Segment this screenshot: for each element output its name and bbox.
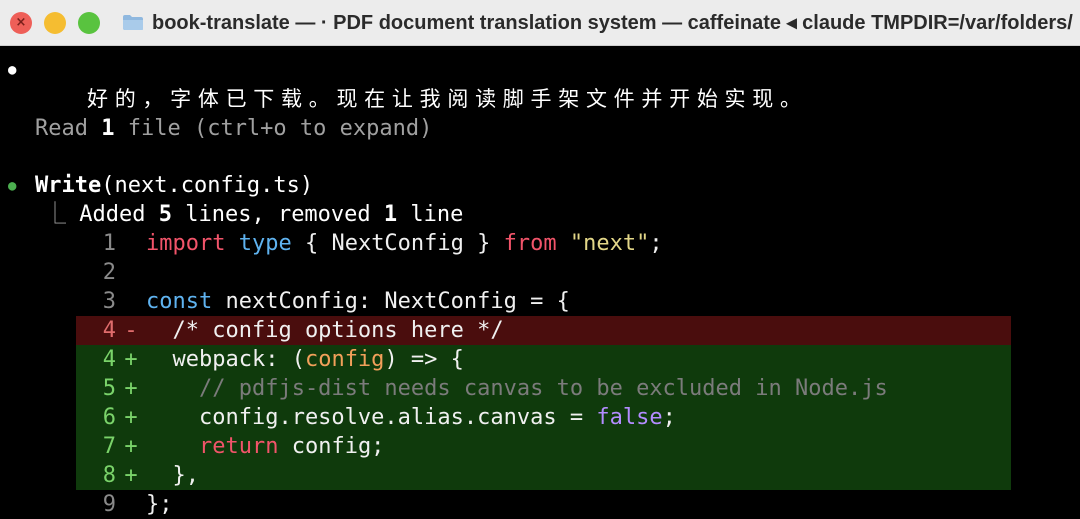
code-comment: // pdfjs-dist needs canvas to be exclude…	[146, 376, 888, 401]
diff-line-added: 4 + webpack: (config) => {	[76, 345, 1011, 374]
code-token: webpack: (	[146, 347, 305, 372]
close-button[interactable]: ×	[10, 11, 32, 34]
code-token: nextConfig: NextConfig = {	[212, 289, 570, 314]
diff-mark: +	[124, 347, 138, 372]
code-text: };	[146, 492, 173, 517]
assistant-message-text: 好的，字体已下载。现在让我阅读脚手架文件并开始实现。	[86, 87, 808, 111]
message-bullet-icon: ●	[8, 62, 17, 78]
tool-status-icon: ●	[8, 178, 17, 194]
code-token: return	[198, 434, 279, 459]
diff-line-9: 9 };	[76, 490, 1011, 519]
diff-mark: -	[124, 318, 138, 343]
code-token: const	[146, 289, 213, 314]
diff-mark: +	[124, 434, 138, 459]
read-suffix: file (ctrl+o to expand)	[114, 116, 433, 141]
diff-mark: +	[124, 405, 138, 430]
code-token: ;	[649, 231, 663, 256]
line-number: 8	[102, 463, 116, 488]
line-number: 1	[102, 231, 116, 256]
summary-end: line	[397, 202, 464, 227]
read-prefix: Read	[35, 116, 102, 141]
code-token: config.resolve.alias.canvas =	[146, 405, 597, 430]
diff-line-3: 3 const nextConfig: NextConfig = {	[76, 287, 1011, 316]
code-text: /* config options here */	[146, 318, 504, 343]
code-text: },	[146, 463, 199, 488]
added-label: Added	[79, 202, 159, 227]
line-number: 9	[102, 492, 116, 517]
diff-mark: +	[124, 463, 138, 488]
tool-name: Write	[35, 173, 102, 198]
write-summary: ⎿ Added 5 lines, removed 1 line	[44, 200, 463, 229]
diff-mark: +	[124, 376, 138, 401]
terminal-output: ● 好的，字体已下载。现在让我阅读脚手架文件并开始实现。 Read 1 file…	[0, 46, 1080, 519]
close-icon: ×	[15, 15, 27, 30]
diff-line-added: 7 + return config;	[76, 432, 1011, 461]
tree-branch-icon: ⎿	[44, 202, 80, 227]
diff-line-added: 8 + },	[76, 461, 1011, 490]
assistant-message: 好的，字体已下载。现在让我阅读脚手架文件并开始实现。	[34, 56, 808, 111]
removed-count: 1	[383, 202, 398, 227]
code-token: ) => {	[384, 347, 464, 372]
code-token: config;	[278, 434, 385, 459]
diff-line-added: 6 + config.resolve.alias.canvas = false;	[76, 403, 1011, 432]
line-number: 7	[102, 434, 116, 459]
code-token: type	[238, 231, 292, 256]
code-token: from	[503, 231, 557, 256]
line-number: 6	[102, 405, 116, 430]
code-token: ;	[662, 405, 676, 430]
diff-line-2: 2	[76, 258, 1011, 287]
minimize-button[interactable]	[44, 11, 66, 34]
write-tool-call: Write(next.config.ts)	[35, 171, 313, 200]
code-token: "next"	[569, 231, 650, 256]
folder-icon	[122, 14, 144, 31]
code-token: import	[146, 231, 226, 256]
line-number: 3	[102, 289, 116, 314]
tool-args: (next.config.ts)	[101, 173, 314, 198]
diff-line-added: 5 + // pdfjs-dist needs canvas to be excl…	[76, 374, 1011, 403]
diff-line-removed: 4- /* config options here */	[76, 316, 1011, 345]
code-token: { NextConfig }	[291, 231, 504, 256]
window-controls: ×	[10, 11, 100, 34]
line-number: 2	[102, 260, 116, 285]
line-number: 4	[102, 347, 116, 372]
zoom-button[interactable]	[78, 11, 100, 34]
diff-line-1: 1 import type { NextConfig } from "next"…	[76, 229, 1011, 258]
code-token: false	[596, 405, 663, 430]
code-token: config	[304, 347, 385, 372]
window-title: book-translate — · PDF document translat…	[152, 12, 1073, 34]
window-titlebar: × book-translate — · PDF document transl…	[0, 0, 1080, 46]
line-number: 5	[102, 376, 116, 401]
read-summary[interactable]: Read 1 file (ctrl+o to expand)	[35, 114, 432, 143]
line-number: 4	[102, 318, 116, 343]
added-count: 5	[158, 202, 172, 227]
summary-mid: lines, removed	[171, 202, 384, 227]
read-count: 1	[101, 116, 115, 141]
